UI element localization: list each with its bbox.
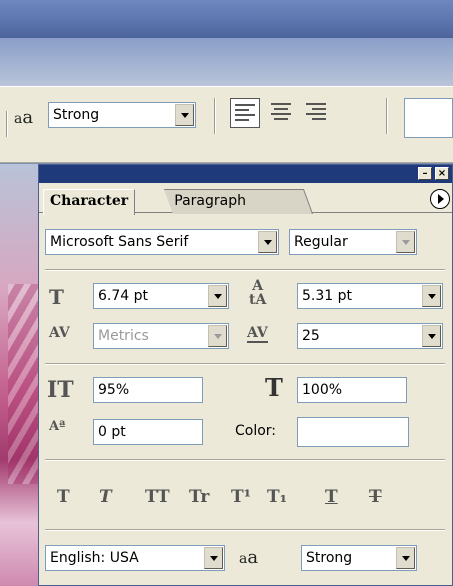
minimize-icon[interactable]: – xyxy=(418,167,432,180)
menu-bar xyxy=(0,38,453,86)
panel-tabs: Character Paragraph xyxy=(39,183,452,215)
color-swatch[interactable] xyxy=(297,417,409,447)
small-caps-button[interactable]: Tr xyxy=(189,487,209,507)
underline-button[interactable]: T xyxy=(325,487,338,507)
font-size-icon: T xyxy=(49,285,64,309)
align-left-button[interactable] xyxy=(230,98,260,128)
panel-title-bar[interactable]: – × xyxy=(39,165,452,183)
vertical-scale-field[interactable]: 95% xyxy=(93,377,203,403)
leading-field[interactable]: 5.31 pt xyxy=(297,283,443,309)
vertical-scale-icon: IT xyxy=(47,377,74,403)
chevron-down-icon[interactable] xyxy=(396,231,415,253)
tab-character[interactable]: Character xyxy=(43,189,136,215)
panel-menu-icon[interactable] xyxy=(430,189,450,209)
window-title-bar xyxy=(0,0,453,38)
antialias-icon: aa xyxy=(239,547,259,568)
options-separator xyxy=(386,98,388,134)
language-dropdown[interactable]: English: USA xyxy=(45,545,225,571)
faux-bold-button[interactable]: T xyxy=(57,487,70,507)
panel-separator xyxy=(45,529,445,531)
kerning-icon: AV xyxy=(49,325,70,341)
chevron-down-icon[interactable] xyxy=(204,547,223,569)
panel-separator xyxy=(45,459,445,461)
close-icon[interactable]: × xyxy=(435,167,449,180)
align-center-button[interactable] xyxy=(266,98,296,128)
kerning-dropdown[interactable]: Metrics xyxy=(93,323,229,349)
font-size-field[interactable]: 6.74 pt xyxy=(93,283,229,309)
horizontal-scale-icon: T xyxy=(265,373,283,402)
chevron-down-icon[interactable] xyxy=(208,285,227,307)
strikethrough-button[interactable]: T xyxy=(369,487,382,507)
chevron-down-icon[interactable] xyxy=(208,325,227,347)
tracking-dropdown[interactable]: 25 xyxy=(297,323,443,349)
canvas-image xyxy=(0,164,38,586)
align-right-button[interactable] xyxy=(300,98,330,128)
leading-icon: AtA xyxy=(249,278,267,308)
superscript-button[interactable]: T¹ xyxy=(231,487,251,507)
options-separator xyxy=(214,98,216,134)
chevron-down-icon[interactable] xyxy=(258,231,277,253)
chevron-down-icon[interactable] xyxy=(422,325,441,347)
panel-separator xyxy=(45,363,445,365)
subscript-button[interactable]: T₁ xyxy=(267,487,287,507)
baseline-shift-field[interactable]: 0 pt xyxy=(93,419,203,445)
antialias-dropdown[interactable]: Strong xyxy=(48,102,196,128)
font-style-dropdown[interactable]: Regular xyxy=(289,229,417,255)
chevron-down-icon[interactable] xyxy=(422,285,441,307)
antialias-dropdown[interactable]: Strong xyxy=(301,545,417,571)
character-panel: – × Character Paragraph Microsoft Sans S… xyxy=(38,164,453,586)
panel-separator xyxy=(45,269,445,271)
color-label: Color: xyxy=(235,423,277,439)
baseline-shift-icon: Aª xyxy=(49,419,66,434)
text-color-swatch[interactable] xyxy=(404,98,453,138)
horizontal-scale-field[interactable]: 100% xyxy=(297,377,407,403)
faux-italic-button[interactable]: T xyxy=(99,487,112,507)
tab-paragraph[interactable]: Paragraph xyxy=(163,189,313,214)
chevron-down-icon[interactable] xyxy=(175,104,194,126)
chevron-down-icon[interactable] xyxy=(396,547,415,569)
font-family-dropdown[interactable]: Microsoft Sans Serif xyxy=(45,229,279,255)
antialias-icon: aa xyxy=(14,107,34,128)
options-separator xyxy=(6,111,8,137)
all-caps-button[interactable]: TT xyxy=(145,487,170,507)
tracking-icon: AV xyxy=(247,325,268,343)
